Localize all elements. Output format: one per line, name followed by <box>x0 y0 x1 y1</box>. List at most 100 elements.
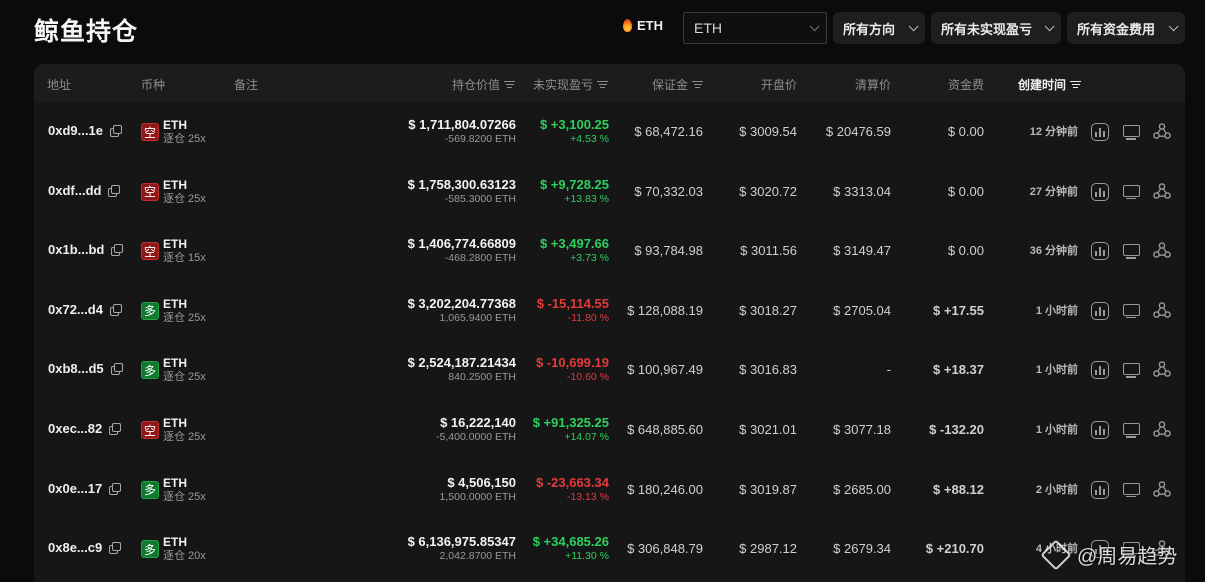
pnl-amount: $ +3,100.25 <box>539 117 609 132</box>
header-position-value[interactable]: 持仓价值 <box>452 76 515 93</box>
table-row[interactable]: 0xd9...1e 空 ETH 逐仓 25x $ 1,711,804.07266 -569… <box>34 102 1185 162</box>
funding-value: $ +88.12 <box>933 481 984 497</box>
monitor-icon[interactable] <box>1122 183 1140 201</box>
pnl-amount: $ +91,325.25 <box>532 415 609 430</box>
funding-value: $ 0.00 <box>947 124 984 139</box>
table-row[interactable]: 0xb8...d5 多 ETH 逐仓 25x $ 2,524,187.21434 840.… <box>34 340 1185 400</box>
table-row[interactable]: 0x1b...bd 空 ETH 逐仓 15x $ 1,406,774.66809 -468… <box>34 221 1185 281</box>
chart-icon[interactable] <box>1091 123 1109 141</box>
table-row[interactable]: 0x0e...17 多 ETH 逐仓 25x $ 4,506,150 1,500.0000… <box>34 460 1185 520</box>
share-network-icon[interactable] <box>1153 480 1171 498</box>
header-created-time[interactable]: 创建时间 <box>1018 76 1082 93</box>
header-margin[interactable]: 保证金 <box>652 76 703 93</box>
liq-price: $ 2705.04 <box>833 302 891 318</box>
wallet-address[interactable]: 0x0e...17 <box>48 481 122 496</box>
funding-value: $ -132.20 <box>929 422 984 437</box>
wallet-address[interactable]: 0x72...d4 <box>48 301 122 317</box>
sort-icon <box>597 80 608 89</box>
copy-icon[interactable] <box>109 542 122 555</box>
wallet-address[interactable]: 0xd9...1e <box>48 123 122 138</box>
monitor-icon[interactable] <box>1122 302 1140 320</box>
margin-value: $ 180,246.00 <box>627 481 703 497</box>
copy-icon[interactable] <box>109 482 122 495</box>
chevron-down-icon <box>809 20 820 31</box>
side-badge: 空 <box>141 242 159 261</box>
liq-price: - <box>886 362 891 378</box>
share-network-icon[interactable] <box>1153 182 1171 200</box>
copy-icon[interactable] <box>111 244 124 257</box>
monitor-icon[interactable] <box>1122 123 1140 141</box>
copy-icon[interactable] <box>109 423 122 435</box>
position-value: $ 1,711,804.07266 -569.8200 ETH <box>408 117 516 147</box>
chart-icon[interactable] <box>1091 480 1109 499</box>
copy-icon[interactable] <box>108 184 121 197</box>
share-network-icon[interactable] <box>1153 122 1171 140</box>
margin-value: $ 648,885.60 <box>627 422 703 437</box>
margin-value: $ 128,088.19 <box>627 302 703 318</box>
position-size: 1,500.0000 ETH <box>439 490 516 503</box>
direction-filter[interactable]: 所有方向 <box>833 12 925 44</box>
wallet-address[interactable]: 0xdf...dd <box>48 183 121 198</box>
pnl-percent: -13.13 % <box>566 490 609 503</box>
coin-symbol: ETH <box>163 177 187 192</box>
share-network-icon[interactable] <box>1153 360 1171 378</box>
copy-icon[interactable] <box>109 125 122 137</box>
unrealized-pnl: $ -23,663.34 -13.13 % <box>536 475 609 505</box>
copy-icon[interactable] <box>110 363 123 376</box>
funding-value: $ +210.70 <box>925 541 984 557</box>
table-row[interactable]: 0xec...82 空 ETH 逐仓 25x $ 16,222,140 -5,400.00… <box>34 400 1185 460</box>
share-network-icon[interactable] <box>1153 420 1171 438</box>
table-row[interactable]: 0x72...d4 多 ETH 逐仓 25x $ 3,202,204.77368 1,06… <box>34 281 1185 341</box>
position-size: -585.3000 ETH <box>444 192 516 205</box>
pnl-percent: -11.80 % <box>567 311 609 324</box>
margin-value: $ 70,332.03 <box>634 183 703 199</box>
liq-price: $ 3077.18 <box>833 422 891 437</box>
chart-icon[interactable] <box>1091 182 1109 201</box>
position-value: $ 1,758,300.63123 -585.3000 ETH <box>408 177 516 207</box>
position-value-usd: $ 16,222,140 <box>440 415 516 430</box>
monitor-icon[interactable] <box>1122 481 1140 499</box>
unrealized-pnl: $ -10,699.19 -10.60 % <box>536 355 609 385</box>
sort-icon <box>504 80 515 89</box>
side-badge: 多 <box>141 361 159 380</box>
pnl-percent: +13.83 % <box>564 192 609 205</box>
share-network-icon[interactable] <box>1153 241 1171 259</box>
position-value: $ 1,406,774.66809 -468.2800 ETH <box>408 236 516 266</box>
coin-tag: ETH <box>623 18 663 33</box>
copy-icon[interactable] <box>109 303 122 316</box>
position-value: $ 16,222,140 -5,400.0000 ETH <box>436 415 516 445</box>
chevron-down-icon <box>908 20 919 31</box>
sort-icon <box>1070 80 1082 89</box>
wallet-address[interactable]: 0xec...82 <box>48 421 122 436</box>
coin-select[interactable]: ETH <box>683 12 827 44</box>
wallet-address[interactable]: 0x8e...c9 <box>48 540 122 556</box>
table-row[interactable]: 0xdf...dd 空 ETH 逐仓 25x $ 1,758,300.63123 -585… <box>34 162 1185 222</box>
pnl-filter[interactable]: 所有未实现盈亏 <box>931 12 1061 44</box>
table-row[interactable]: 0x8e...c9 多 ETH 逐仓 20x $ 6,136,975.85347 2,04… <box>34 519 1185 579</box>
funding-filter[interactable]: 所有资金费用 <box>1067 12 1185 44</box>
wallet-address[interactable]: 0xb8...d5 <box>48 361 123 376</box>
chart-icon[interactable] <box>1091 421 1109 439</box>
created-time: 27 分钟前 <box>1029 185 1078 198</box>
chart-icon[interactable] <box>1091 361 1109 380</box>
monitor-icon[interactable] <box>1122 361 1140 379</box>
leverage-label: 逐仓 15x <box>163 252 206 265</box>
chart-icon[interactable] <box>1091 242 1109 261</box>
funding-value: $ +18.37 <box>933 362 984 378</box>
monitor-icon[interactable] <box>1122 421 1140 439</box>
coin-select-value: ETH <box>694 20 722 36</box>
monitor-icon[interactable] <box>1122 242 1140 260</box>
table-header: 地址 币种 备注 持仓价值 未实现盈亏 保证金 开盘价 清算价 资金费 创建时间 <box>34 64 1185 102</box>
margin-value: $ 68,472.16 <box>634 124 703 139</box>
header-unrealized-pnl[interactable]: 未实现盈亏 <box>533 76 608 93</box>
created-time: 2 小时前 <box>1035 483 1078 496</box>
coin-info: ETH 逐仓 25x <box>163 178 206 206</box>
address-text: 0x72...d4 <box>48 301 103 317</box>
share-network-icon[interactable] <box>1153 301 1171 319</box>
created-time: 1 小时前 <box>1035 304 1078 317</box>
wallet-address[interactable]: 0x1b...bd <box>48 242 124 257</box>
pnl-percent: +14.07 % <box>564 431 609 443</box>
header-address: 地址 <box>47 78 72 92</box>
address-text: 0x8e...c9 <box>48 540 103 556</box>
chart-icon[interactable] <box>1091 301 1109 320</box>
